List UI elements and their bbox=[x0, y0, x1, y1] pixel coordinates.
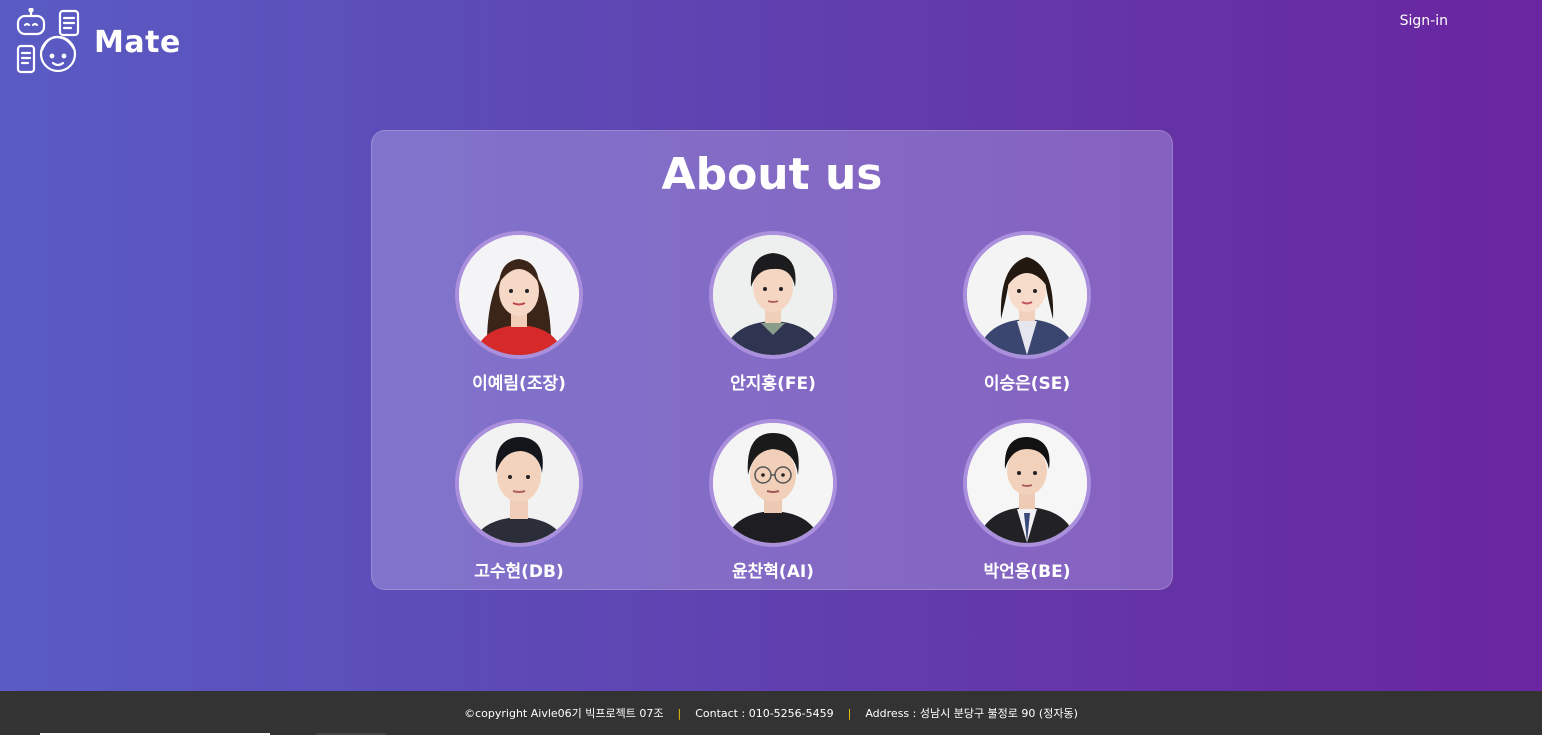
footer-separator: | bbox=[847, 706, 852, 720]
signin-link[interactable]: Sign-in bbox=[1400, 13, 1448, 29]
member-name: 박언용(BE) bbox=[983, 562, 1071, 582]
member-name: 이승은(SE) bbox=[983, 374, 1071, 394]
footer-contact: Contact : 010-5256-5459 bbox=[695, 706, 834, 720]
team-member-card: 윤찬혁(AI) bbox=[673, 419, 873, 582]
member-portrait-icon bbox=[459, 235, 579, 355]
member-name: 이예림(조장) bbox=[472, 374, 566, 394]
member-portrait-icon bbox=[967, 423, 1087, 543]
robot-chat-icon bbox=[16, 8, 80, 74]
member-name: 윤찬혁(AI) bbox=[732, 562, 814, 582]
team-member-card: 고수현(DB) bbox=[419, 419, 619, 582]
logo-text: Mate bbox=[94, 24, 181, 60]
member-photo bbox=[709, 231, 837, 359]
member-photo bbox=[963, 231, 1091, 359]
member-portrait-icon bbox=[713, 423, 833, 543]
member-photo bbox=[455, 231, 583, 359]
top-bar: Mate Sign-in bbox=[0, 0, 1542, 90]
member-name: 안지홍(FE) bbox=[730, 374, 816, 394]
member-portrait-icon bbox=[459, 423, 579, 543]
team-member-card: 이예림(조장) bbox=[419, 231, 619, 394]
member-name: 고수현(DB) bbox=[474, 562, 564, 582]
member-portrait-icon bbox=[967, 235, 1087, 355]
footer: ©copyright Aivle06기 빅프로젝트 07조 | Contact … bbox=[0, 691, 1542, 735]
member-portrait-icon bbox=[713, 235, 833, 355]
logo[interactable]: Mate bbox=[14, 8, 181, 76]
team-member-card: 안지홍(FE) bbox=[673, 231, 873, 394]
member-photo bbox=[455, 419, 583, 547]
footer-separator: | bbox=[677, 706, 682, 720]
footer-copyright: ©copyright Aivle06기 빅프로젝트 07조 bbox=[464, 707, 664, 720]
page-title: About us bbox=[661, 149, 883, 200]
member-photo bbox=[963, 419, 1091, 547]
member-photo bbox=[709, 419, 837, 547]
team-member-card: 박언용(BE) bbox=[927, 419, 1127, 582]
team-member-card: 이승은(SE) bbox=[927, 231, 1127, 394]
footer-address: Address : 성남시 분당구 불정로 90 (정자동) bbox=[865, 707, 1078, 720]
about-us-card: About us 이예림(조장) 안지홍(FE) 이승은(SE) 고수현(DB)… bbox=[371, 130, 1173, 590]
